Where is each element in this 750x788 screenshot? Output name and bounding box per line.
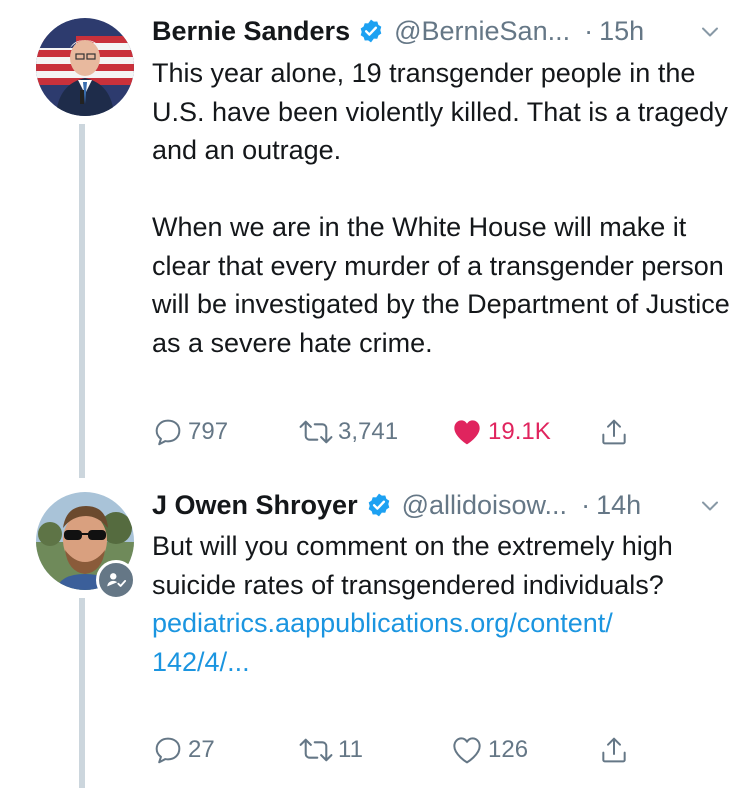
- tweet-paragraph: But will you comment on the extremely hi…: [152, 531, 673, 600]
- tweet-actions: 797 3,741 19.1K: [152, 412, 712, 452]
- chevron-down-icon[interactable]: [698, 494, 722, 518]
- reply-button[interactable]: 797: [152, 412, 228, 452]
- retweet-button[interactable]: 3,741: [298, 412, 398, 452]
- like-count: 126: [488, 736, 529, 763]
- reply-button[interactable]: 27: [152, 730, 215, 770]
- like-count: 19.1K: [488, 418, 551, 445]
- tweet-link-line: pediatrics.aappublications.org/content/: [152, 608, 613, 638]
- thread-line: [79, 124, 85, 478]
- author-handle[interactable]: @allidoisow...: [402, 490, 567, 521]
- share-icon: [598, 416, 630, 448]
- author-name[interactable]: Bernie Sanders: [152, 16, 350, 47]
- retweet-icon: [298, 416, 334, 448]
- retweet-button[interactable]: 11: [298, 730, 363, 770]
- tweet: Bernie Sanders @BernieSan... · 15h This …: [0, 0, 750, 478]
- tweet: J Owen Shroyer @allidoisow... · 14h But …: [0, 478, 750, 788]
- share-icon: [598, 734, 630, 766]
- retweet-count: 3,741: [338, 418, 399, 445]
- separator-dot: ·: [581, 489, 591, 520]
- tweet-text: But will you comment on the extremely hi…: [152, 527, 732, 681]
- chevron-down-icon[interactable]: [698, 20, 722, 44]
- like-button[interactable]: 19.1K: [450, 412, 551, 452]
- reply-icon: [152, 734, 184, 766]
- verified-badge-icon: [358, 18, 384, 44]
- tweet-header: J Owen Shroyer @allidoisow... · 14h: [152, 488, 730, 522]
- share-button[interactable]: [598, 412, 630, 452]
- separator-dot: ·: [584, 15, 594, 46]
- thread-line: [79, 598, 85, 788]
- follow-badge-icon: [96, 560, 136, 600]
- timestamp[interactable]: 14h: [596, 490, 641, 521]
- verified-badge-icon: [366, 492, 392, 518]
- tweet-text: This year alone, 19 transgender people i…: [152, 54, 732, 362]
- tweet-actions: 27 11 126: [152, 730, 712, 770]
- tweet-header: Bernie Sanders @BernieSan... · 15h: [152, 14, 730, 48]
- heart-icon: [450, 416, 484, 448]
- heart-icon: [450, 734, 484, 766]
- author-handle[interactable]: @BernieSan...: [394, 16, 570, 47]
- reply-count: 797: [188, 418, 229, 445]
- tweet-link-line: 142/4/...: [152, 646, 250, 677]
- avatar[interactable]: [36, 18, 134, 116]
- retweet-icon: [298, 734, 334, 766]
- timestamp[interactable]: 15h: [599, 16, 644, 47]
- reply-count: 27: [188, 736, 215, 763]
- like-button[interactable]: 126: [450, 730, 528, 770]
- tweet-link[interactable]: pediatrics.aappublications.org/content/ …: [152, 604, 732, 681]
- share-button[interactable]: [598, 730, 630, 770]
- tweet-paragraph: When we are in the White House will make…: [152, 212, 730, 358]
- retweet-count: 11: [338, 736, 363, 763]
- author-name[interactable]: J Owen Shroyer: [152, 490, 358, 521]
- tweet-paragraph: This year alone, 19 transgender people i…: [152, 58, 728, 165]
- reply-icon: [152, 416, 184, 448]
